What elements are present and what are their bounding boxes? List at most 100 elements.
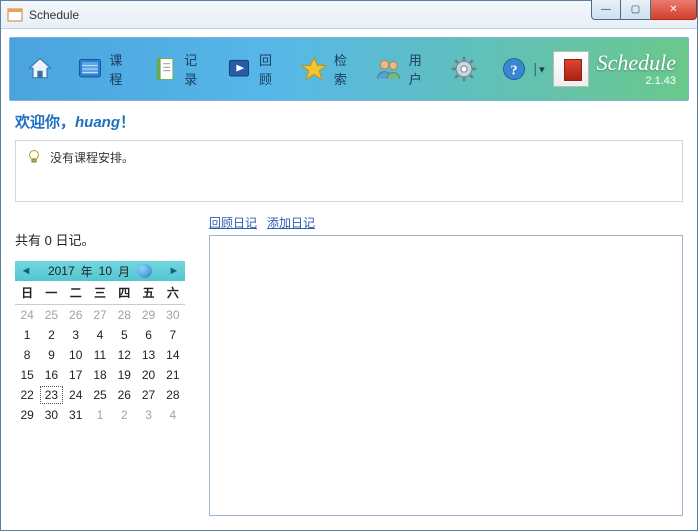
calendar-day[interactable]: 5 bbox=[112, 325, 136, 345]
calendar: ◄ 2017 年 10 月 ► 日一二三四五六 2425262728293012… bbox=[15, 261, 185, 425]
lightbulb-icon bbox=[26, 149, 42, 165]
add-diary-link[interactable]: 添加日记 bbox=[267, 214, 315, 231]
calendar-day[interactable]: 22 bbox=[15, 385, 39, 405]
toolbar-users[interactable]: 用户 bbox=[367, 46, 440, 92]
calendar-next-button[interactable]: ► bbox=[167, 264, 181, 278]
review-diary-link[interactable]: 回顾日记 bbox=[209, 214, 257, 231]
calendar-day[interactable]: 27 bbox=[136, 385, 160, 405]
calendar-day[interactable]: 15 bbox=[15, 365, 39, 385]
calendar-day[interactable]: 25 bbox=[88, 385, 112, 405]
brand-version: 2.1.43 bbox=[645, 75, 676, 87]
calendar-prev-button[interactable]: ◄ bbox=[19, 264, 33, 278]
close-button[interactable]: ✕ bbox=[651, 0, 697, 20]
toolbar-search[interactable]: 检索 bbox=[293, 46, 366, 92]
calendar-day[interactable]: 6 bbox=[136, 325, 160, 345]
calendar-day[interactable]: 29 bbox=[15, 405, 39, 425]
toolbar-records[interactable]: 记录 bbox=[143, 46, 216, 92]
toolbar-help[interactable]: ? │▾ bbox=[492, 49, 550, 89]
titlebar: Schedule — ▢ ✕ bbox=[1, 1, 697, 29]
calendar-day[interactable]: 3 bbox=[136, 405, 160, 425]
welcome-user: huang bbox=[75, 114, 120, 131]
maximize-button[interactable]: ▢ bbox=[621, 0, 651, 20]
toolbar-review[interactable]: 回顾 bbox=[218, 46, 291, 92]
calendar-day[interactable]: 7 bbox=[161, 325, 185, 345]
main-toolbar: 课程 记录 回顾 检索 用户 bbox=[9, 37, 689, 101]
calendar-day[interactable]: 10 bbox=[64, 345, 88, 365]
calendar-dow: 二 bbox=[64, 281, 88, 305]
calendar-dow: 六 bbox=[161, 281, 185, 305]
left-pane: 共有 0 日记。 ◄ 2017 年 10 月 ► 日一二三四五六 2425262… bbox=[15, 214, 195, 516]
welcome-suffix: ！ bbox=[120, 114, 135, 131]
diary-count-line: 共有 0 日记。 bbox=[15, 230, 195, 249]
calendar-day[interactable]: 28 bbox=[161, 385, 185, 405]
right-pane: 回顾日记 添加日记 bbox=[209, 214, 683, 516]
toolbar-courses[interactable]: 课程 bbox=[68, 46, 141, 92]
calendar-day[interactable]: 20 bbox=[136, 365, 160, 385]
calendar-day[interactable]: 26 bbox=[112, 385, 136, 405]
diary-links-row: 回顾日记 添加日记 bbox=[209, 214, 683, 231]
calendar-dow: 日 bbox=[15, 281, 39, 305]
dropdown-caret-icon: │▾ bbox=[532, 63, 544, 76]
calendar-day[interactable]: 28 bbox=[112, 305, 136, 325]
toolbar-label: 检索 bbox=[334, 50, 359, 88]
home-icon bbox=[24, 53, 56, 85]
calendar-day[interactable]: 1 bbox=[15, 325, 39, 345]
toolbar-settings[interactable] bbox=[442, 49, 490, 89]
review-icon bbox=[224, 53, 255, 85]
calendar-header: ◄ 2017 年 10 月 ► bbox=[15, 261, 185, 281]
records-icon bbox=[149, 53, 180, 85]
calendar-year: 2017 bbox=[48, 264, 75, 278]
calendar-dow-row: 日一二三四五六 bbox=[15, 281, 185, 305]
calendar-day[interactable]: 2 bbox=[39, 325, 63, 345]
calendar-day[interactable]: 26 bbox=[64, 305, 88, 325]
calendar-day[interactable]: 16 bbox=[39, 365, 63, 385]
calendar-day[interactable]: 12 bbox=[112, 345, 136, 365]
calendar-day[interactable]: 30 bbox=[39, 405, 63, 425]
calendar-day[interactable]: 17 bbox=[64, 365, 88, 385]
calendar-day[interactable]: 30 bbox=[161, 305, 185, 325]
notice-text: 没有课程安排。 bbox=[50, 149, 134, 166]
diary-textarea[interactable] bbox=[209, 235, 683, 516]
calendar-day[interactable]: 9 bbox=[39, 345, 63, 365]
minimize-button[interactable]: — bbox=[591, 0, 621, 20]
calendar-day[interactable]: 29 bbox=[136, 305, 160, 325]
brand-name: Schedule bbox=[597, 51, 676, 75]
calendar-day[interactable]: 13 bbox=[136, 345, 160, 365]
calendar-dow: 五 bbox=[136, 281, 160, 305]
calendar-day[interactable]: 23 bbox=[39, 385, 63, 405]
calendar-day[interactable]: 27 bbox=[88, 305, 112, 325]
toolbar-home[interactable] bbox=[18, 49, 66, 89]
calendar-day[interactable]: 14 bbox=[161, 345, 185, 365]
content-area: 欢迎你，huang！ 没有课程安排。 共有 0 日记。 ◄ 2017 年 1 bbox=[1, 109, 697, 530]
calendar-day[interactable]: 1 bbox=[88, 405, 112, 425]
app-icon bbox=[7, 7, 23, 23]
brand-logo-icon bbox=[553, 51, 589, 87]
calendar-day[interactable]: 25 bbox=[39, 305, 63, 325]
calendar-dow: 一 bbox=[39, 281, 63, 305]
calendar-day[interactable]: 4 bbox=[161, 405, 185, 425]
toolbar-label: 回顾 bbox=[259, 50, 284, 88]
users-icon bbox=[373, 53, 404, 85]
search-icon bbox=[299, 53, 330, 85]
calendar-day[interactable]: 21 bbox=[161, 365, 185, 385]
calendar-today-icon[interactable] bbox=[138, 264, 152, 278]
calendar-dow: 四 bbox=[112, 281, 136, 305]
calendar-days-grid: 2425262728293012345678910111213141516171… bbox=[15, 305, 185, 425]
calendar-day[interactable]: 18 bbox=[88, 365, 112, 385]
calendar-day[interactable]: 11 bbox=[88, 345, 112, 365]
calendar-day[interactable]: 4 bbox=[88, 325, 112, 345]
welcome-prefix: 欢迎你， bbox=[15, 114, 75, 131]
calendar-day[interactable]: 24 bbox=[64, 385, 88, 405]
calendar-day[interactable]: 19 bbox=[112, 365, 136, 385]
calendar-day[interactable]: 2 bbox=[112, 405, 136, 425]
calendar-day[interactable]: 3 bbox=[64, 325, 88, 345]
gear-icon bbox=[448, 53, 480, 85]
toolbar-label: 课程 bbox=[109, 50, 134, 88]
calendar-day[interactable]: 31 bbox=[64, 405, 88, 425]
calendar-day[interactable]: 24 bbox=[15, 305, 39, 325]
brand-block: Schedule 2.1.43 bbox=[553, 51, 680, 87]
courses-icon bbox=[74, 53, 105, 85]
help-icon: ? bbox=[498, 53, 530, 85]
welcome-line: 欢迎你，huang！ bbox=[15, 111, 683, 132]
calendar-day[interactable]: 8 bbox=[15, 345, 39, 365]
